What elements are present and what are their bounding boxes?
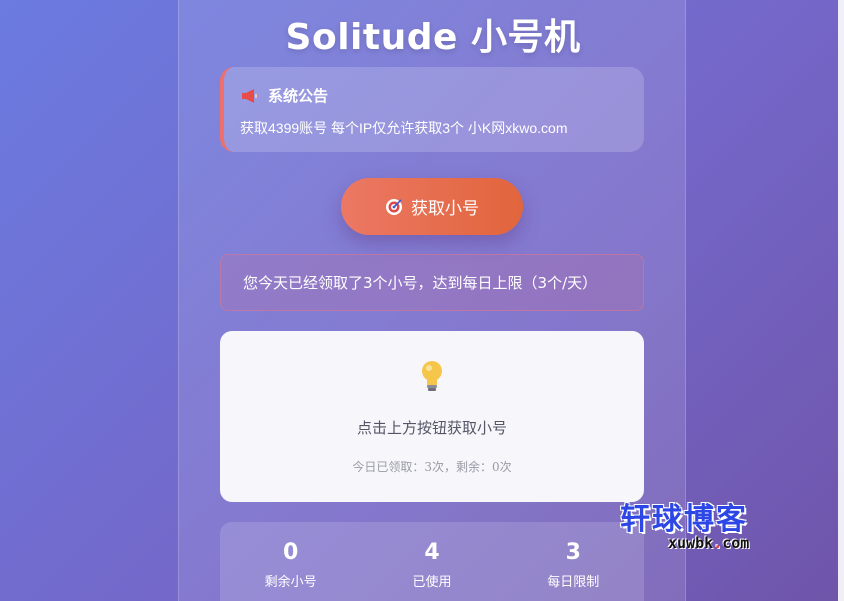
daily-limit-text: 您今天已经领取了3个小号，达到每日上限（3个/天） bbox=[243, 274, 598, 292]
result-card: 点击上方按钮获取小号 今日已领取：3次，剩余：0次 bbox=[220, 331, 644, 502]
watermark-logo: 轩球博客 xuwbk.com bbox=[620, 494, 790, 554]
main-panel: Solitude 小号机 系统公告 获取4399账号 每个IP仅允许获取3个 小… bbox=[178, 0, 686, 601]
stat-used-value: 4 bbox=[424, 540, 440, 565]
result-usage-summary: 今日已领取：3次，剩余：0次 bbox=[352, 460, 512, 474]
lightbulb-icon bbox=[419, 359, 445, 393]
stat-used-label: 已使用 bbox=[412, 575, 452, 590]
notice-heading: 系统公告 bbox=[268, 87, 329, 105]
stat-daily-limit: 3 每日限制 bbox=[513, 540, 633, 601]
stat-remaining-label: 剩余小号 bbox=[264, 575, 317, 590]
watermark-url-dot: . bbox=[713, 534, 723, 552]
get-account-button-label: 获取小号 bbox=[411, 199, 479, 219]
page-title: Solitude 小号机 bbox=[285, 17, 581, 58]
target-icon bbox=[385, 198, 403, 216]
stat-daily-limit-label: 每日限制 bbox=[547, 575, 600, 590]
notice-text: 获取4399账号 每个IP仅允许获取3个 小K网xkwo.com bbox=[240, 120, 568, 136]
stat-used: 4 已使用 bbox=[372, 540, 492, 601]
notice-heading-row: 系统公告 bbox=[240, 85, 628, 106]
stat-remaining: 0 剩余小号 bbox=[231, 540, 351, 601]
watermark-url-suffix: com bbox=[722, 534, 750, 552]
result-hint: 点击上方按钮获取小号 bbox=[356, 419, 507, 437]
stat-remaining-value: 0 bbox=[283, 540, 299, 565]
background-edge bbox=[838, 0, 844, 601]
stats-bar: 0 剩余小号 4 已使用 3 每日限制 bbox=[220, 522, 644, 601]
stat-daily-limit-value: 3 bbox=[565, 540, 581, 565]
watermark-title: 轩球博客 bbox=[620, 502, 748, 537]
get-account-button[interactable]: 获取小号 bbox=[341, 178, 523, 235]
system-notice: 系统公告 获取4399账号 每个IP仅允许获取3个 小K网xkwo.com bbox=[220, 67, 644, 152]
megaphone-icon bbox=[240, 88, 262, 104]
watermark-url-prefix: xuwbk bbox=[668, 534, 714, 552]
watermark-url: xuwbk.com bbox=[668, 534, 749, 552]
daily-limit-alert: 您今天已经领取了3个小号，达到每日上限（3个/天） bbox=[220, 254, 644, 311]
